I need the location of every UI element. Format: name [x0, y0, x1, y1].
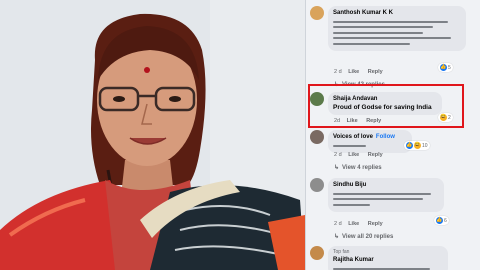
reaction-count: 10 [422, 142, 428, 149]
comment-text-malayalam [333, 198, 424, 200]
comment-text-malayalam [333, 203, 371, 206]
view-replies-link[interactable]: ↳ View 4 replies [334, 164, 382, 171]
comment-text-malayalam [333, 192, 431, 195]
comment-author-name[interactable]: Voices of love [333, 134, 373, 140]
comment-bubble: Sindhu Biju [328, 178, 444, 212]
view-replies-link[interactable]: ↳ View all 20 replies [334, 233, 393, 240]
like-icon: 👍 [436, 217, 443, 224]
comment-author[interactable]: Santhosh Kumar K K [333, 9, 461, 17]
comment-bubble: Top fan Rajitha Kumar [328, 246, 448, 270]
reaction-count: 6 [444, 217, 447, 224]
view-replies-label: View 4 replies [342, 165, 382, 171]
woman-portrait-image [0, 0, 305, 270]
comment-time[interactable]: 2 d [334, 69, 342, 75]
comment-text-malayalam [333, 144, 367, 147]
comment-author[interactable]: Rajitha Kumar [333, 256, 443, 264]
reaction-summary[interactable]: 👍 😆 10 [404, 141, 430, 150]
like-icon: 👍 [440, 64, 447, 71]
avatar[interactable] [310, 130, 324, 144]
reaction-count: 5 [448, 64, 451, 71]
comment-author: Voices of love Follow [333, 133, 407, 141]
comment-text-malayalam [333, 267, 430, 270]
avatar[interactable] [310, 6, 324, 20]
reply-arrow-icon: ↳ [334, 234, 340, 240]
comment-text-malayalam [333, 20, 449, 23]
comment-text-malayalam [333, 42, 410, 45]
highlight-box [308, 84, 464, 128]
like-link[interactable]: Like [348, 221, 359, 227]
comment-time[interactable]: 2 d [334, 152, 342, 158]
follow-button[interactable]: Follow [376, 134, 395, 140]
comment-author[interactable]: Sindhu Biju [333, 181, 439, 189]
avatar[interactable] [310, 246, 324, 260]
like-link[interactable]: Like [348, 152, 359, 158]
haha-icon: 😆 [414, 142, 421, 149]
comment-actions: 2 d Like Reply [334, 69, 390, 75]
reply-link[interactable]: Reply [368, 69, 383, 75]
view-replies-label: View all 20 replies [342, 234, 394, 240]
comment-bubble: Voices of love Follow [328, 130, 412, 153]
comment-text-malayalam [333, 37, 451, 39]
comment-text-malayalam [333, 26, 433, 28]
reply-arrow-icon: ↳ [334, 165, 340, 171]
reaction-summary[interactable]: 👍 6 [434, 216, 449, 225]
comment-actions: 2 d Like Reply [334, 152, 390, 158]
like-icon: 👍 [406, 142, 413, 149]
like-link[interactable]: Like [348, 69, 359, 75]
comment-bubble: Santhosh Kumar K K [328, 6, 466, 51]
comment-time[interactable]: 2 d [334, 221, 342, 227]
avatar[interactable] [310, 178, 324, 192]
comment-actions: 2 d Like Reply [334, 221, 390, 227]
reply-link[interactable]: Reply [368, 221, 383, 227]
reaction-summary[interactable]: 👍 5 [438, 63, 453, 72]
comments-section: Santhosh Kumar K K 👍 5 2 d Like Reply ↳ V… [305, 0, 480, 270]
top-fan-badge: Top fan [333, 249, 350, 255]
comment-text-malayalam [333, 31, 423, 34]
news-photo [0, 0, 305, 270]
reply-link[interactable]: Reply [368, 152, 383, 158]
